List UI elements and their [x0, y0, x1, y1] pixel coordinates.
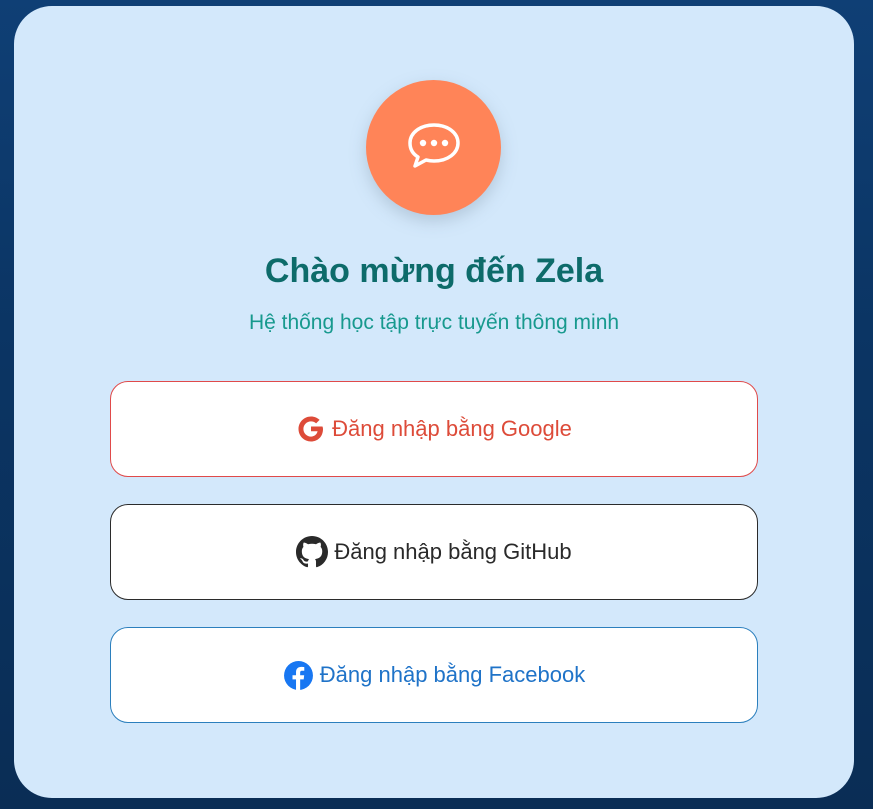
page-subtitle: Hệ thống học tập trực tuyến thông minh: [248, 311, 620, 334]
facebook-login-button[interactable]: Đăng nhập bằng Facebook: [110, 627, 758, 723]
app-logo: [366, 80, 501, 215]
google-login-button[interactable]: Đăng nhập bằng Google: [110, 381, 758, 477]
github-login-label: Đăng nhập bằng GitHub: [334, 539, 572, 564]
facebook-icon: [283, 660, 314, 691]
login-card: Chào mừng đến Zela Hệ thống học tập trực…: [14, 6, 854, 798]
facebook-login-label: Đăng nhập bằng Facebook: [319, 662, 586, 687]
github-login-button[interactable]: Đăng nhập bằng GitHub: [110, 504, 758, 600]
github-icon: [296, 536, 329, 568]
google-login-label: Đăng nhập bằng Google: [332, 416, 572, 441]
chat-bubble-icon: [404, 115, 464, 180]
page-title: Chào mừng đến Zela: [264, 252, 604, 290]
google-icon: [296, 414, 326, 444]
